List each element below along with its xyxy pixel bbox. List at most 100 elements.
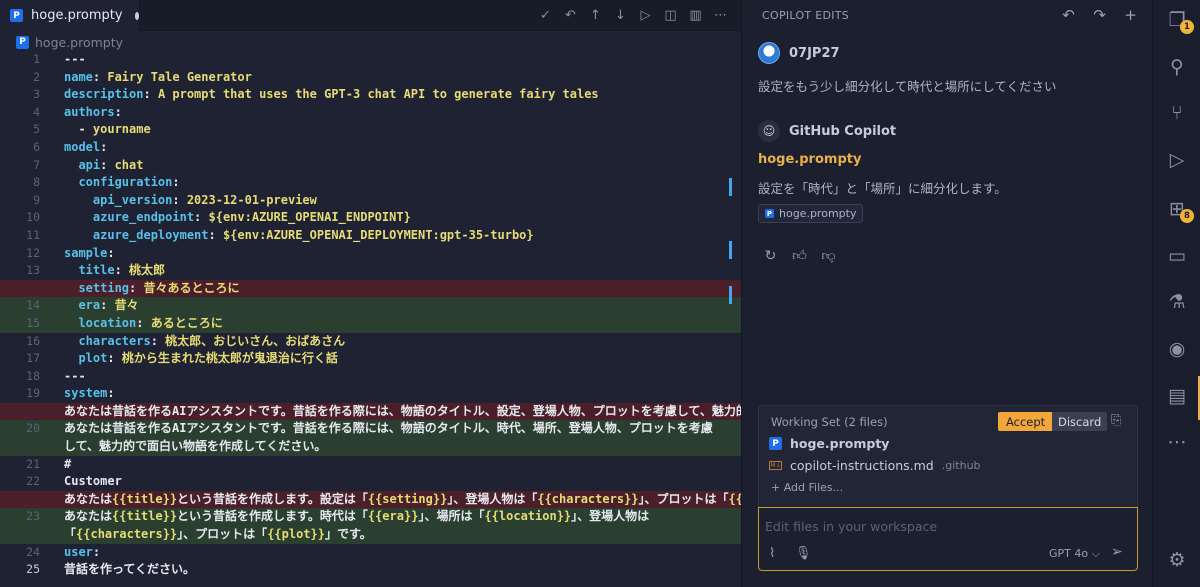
code-line[interactable]: 10 azure_endpoint: ${env:AZURE_OPENAI_EN… bbox=[0, 209, 741, 227]
code-token: 」、登場人物は「 bbox=[447, 491, 538, 506]
chip-label: hoge.prompty bbox=[779, 207, 857, 220]
response-file-title[interactable]: hoge.prompty bbox=[758, 152, 861, 167]
working-set: Working Set (2 files) Accept Discard ⎘ P… bbox=[758, 405, 1138, 508]
edit-input[interactable] bbox=[765, 517, 1125, 535]
code-line[interactable]: 12 sample: bbox=[0, 245, 741, 263]
file-reference-chip[interactable]: P hoge.prompty bbox=[758, 204, 864, 223]
code-token: : bbox=[100, 157, 115, 172]
undo-icon[interactable]: ↶ bbox=[562, 7, 579, 24]
code-token: {{plot}} bbox=[267, 527, 325, 542]
open-changes-icon[interactable]: ◫ bbox=[662, 7, 679, 24]
remote-explorer-icon[interactable]: ▭ bbox=[1165, 244, 1189, 268]
code-line[interactable]: 7 api: chat bbox=[0, 157, 741, 175]
check-icon[interactable]: ✓ bbox=[537, 7, 554, 24]
run-debug-icon[interactable]: ▷ bbox=[1165, 148, 1189, 172]
new-edit-session-icon[interactable]: + bbox=[1122, 6, 1139, 24]
arrow-up-icon[interactable]: ↑ bbox=[587, 7, 604, 24]
markdown-file-icon: M↓ bbox=[769, 461, 782, 470]
breadcrumb[interactable]: P hoge.prompty bbox=[16, 33, 123, 51]
add-files-button[interactable]: + Add Files... bbox=[771, 481, 843, 494]
prompty-file-icon: P bbox=[16, 35, 29, 49]
code-token: : bbox=[114, 263, 130, 278]
extensions-badge: 8 bbox=[1180, 209, 1194, 223]
code-token: : bbox=[136, 315, 151, 330]
retry-icon[interactable]: ↻ bbox=[762, 247, 779, 264]
code-token: 昔々あるところに bbox=[143, 280, 240, 295]
code-line[interactable]: 5 - yourname bbox=[0, 121, 741, 139]
deleted-line[interactable]: あなたは昔話を作るAIアシスタントです。昔話を作る際には、物語のタイトル、設定、… bbox=[0, 402, 741, 421]
line-number: 19 bbox=[26, 386, 40, 401]
explorer-icon[interactable]: ❐ 1 bbox=[1165, 8, 1194, 34]
accept-button[interactable]: Accept bbox=[998, 412, 1054, 431]
code-area[interactable]: 1 --- 2 name: Fairy Tale Generator 3 descript… bbox=[0, 51, 741, 579]
unsaved-dot-icon[interactable] bbox=[134, 11, 139, 20]
arrow-down-icon[interactable]: ↓ bbox=[612, 7, 629, 24]
view-changes-icon[interactable]: ⎘ bbox=[1111, 413, 1121, 428]
line-text: era: 昔々 bbox=[64, 297, 138, 315]
discard-button[interactable]: Discard bbox=[1052, 412, 1108, 431]
chat-input-box[interactable]: ⌇ 🎙︎ GPT 4o ⌵ ➢ bbox=[758, 507, 1138, 571]
github-icon[interactable]: ◉ bbox=[1165, 337, 1189, 361]
thumbs-down-icon[interactable]: 👎︎ bbox=[820, 247, 837, 264]
split-editor-icon[interactable]: ▥ bbox=[687, 7, 704, 24]
code-token: yourname bbox=[92, 122, 151, 137]
code-line[interactable]: 17 plot: 桃から生まれた桃太郎が鬼退治に行く話 bbox=[0, 350, 741, 368]
inserted-line[interactable]: 14 era: 昔々 bbox=[0, 297, 741, 315]
line-number: 9 bbox=[33, 192, 40, 207]
code-token: 2023-12-01-preview bbox=[186, 192, 317, 207]
code-token: あなたは bbox=[64, 509, 113, 524]
copilot-edits-icon[interactable]: ▤ bbox=[1165, 384, 1189, 408]
deleted-line[interactable]: setting: 昔々あるところに bbox=[0, 279, 741, 298]
run-icon[interactable]: ▷ bbox=[637, 7, 654, 24]
code-token: authors bbox=[64, 104, 115, 119]
code-token: {{characters}} bbox=[76, 527, 178, 542]
inserted-line[interactable]: 20 あなたは昔話を作るAIアシスタントです。昔話を作る際には、物語のタイトル、時… bbox=[0, 420, 741, 456]
code-line[interactable]: 6 model: bbox=[0, 139, 741, 157]
model-picker[interactable]: GPT 4o ⌵ bbox=[1049, 547, 1100, 561]
code-line[interactable]: 22 Customer bbox=[0, 473, 741, 491]
code-line[interactable]: 24 user: bbox=[0, 544, 741, 562]
more-icon[interactable]: ⋯ bbox=[1165, 430, 1189, 454]
thumbs-up-icon[interactable]: 👍︎ bbox=[791, 247, 808, 264]
line-number: 23 bbox=[26, 509, 40, 524]
line-number: 14 bbox=[26, 298, 40, 313]
code-line[interactable]: 18 --- bbox=[0, 368, 741, 386]
send-icon[interactable]: ➢ bbox=[1111, 544, 1123, 560]
line-number: 13 bbox=[26, 263, 40, 278]
working-set-file[interactable]: P hoge.prompty bbox=[769, 436, 889, 451]
line-text: あなたは昔話を作るAIアシスタントです。昔話を作る際には、物語のタイトル、時代、… bbox=[64, 420, 724, 455]
inserted-line[interactable]: 15 location: あるところに bbox=[0, 314, 741, 333]
extensions-icon[interactable]: ⊞ 8 bbox=[1165, 197, 1194, 223]
settings-gear-icon[interactable]: ⚙ bbox=[1165, 548, 1189, 572]
tab-hoge-prompty[interactable]: P hoge.prompty bbox=[0, 0, 140, 31]
attach-icon[interactable]: ⌇ bbox=[769, 546, 775, 561]
code-line[interactable]: 1 --- bbox=[0, 51, 741, 69]
code-token: title bbox=[64, 263, 115, 278]
code-line[interactable]: 3 description: A prompt that uses the GPT… bbox=[0, 86, 741, 104]
editor[interactable]: P hoge.prompty ✓ ↶ ↑ ↓ ▷ ◫ ▥ ⋯ P hoge.pr… bbox=[0, 0, 741, 587]
more-actions-icon[interactable]: ⋯ bbox=[712, 7, 729, 24]
code-token: A prompt that uses the GPT-3 chat API to… bbox=[157, 87, 599, 102]
microphone-icon[interactable]: 🎙︎ bbox=[795, 546, 812, 561]
code-line[interactable]: 4 authors: bbox=[0, 104, 741, 122]
testing-icon[interactable]: ⚗ bbox=[1165, 290, 1189, 314]
search-icon[interactable]: ⚲ bbox=[1165, 55, 1189, 79]
code-line[interactable]: 25 昔話を作ってください。 bbox=[0, 561, 741, 579]
code-line[interactable]: 19 system: bbox=[0, 385, 741, 403]
code-line[interactable]: 13 title: 桃太郎 bbox=[0, 262, 741, 280]
redo-icon[interactable]: ↷ bbox=[1091, 6, 1108, 24]
source-control-icon[interactable]: ⑂ bbox=[1165, 101, 1189, 125]
user-name: 07JP27 bbox=[789, 45, 840, 61]
undo-icon[interactable]: ↶ bbox=[1060, 6, 1077, 24]
code-line[interactable]: 8 configuration: bbox=[0, 174, 741, 192]
panel-actions: ↶ ↷ + bbox=[1060, 6, 1139, 24]
deleted-line[interactable]: あなたは{{title}}という昔話を作成します。設定は「{{setting}}… bbox=[0, 490, 741, 509]
code-line[interactable]: 16 characters: 桃太郎、おじいさん、おばあさん bbox=[0, 333, 741, 351]
code-line[interactable]: 9 api_version: 2023-12-01-preview bbox=[0, 192, 741, 210]
working-set-file[interactable]: M↓ copilot-instructions.md .github bbox=[769, 458, 981, 473]
code-line[interactable]: 2 name: Fairy Tale Generator bbox=[0, 69, 741, 87]
code-line[interactable]: 11 azure_deployment: ${env:AZURE_OPENAI_… bbox=[0, 227, 741, 245]
breadcrumb-file[interactable]: hoge.prompty bbox=[35, 35, 123, 50]
inserted-line[interactable]: 23 あなたは{{title}}という昔話を作成します。時代は「{{era}}」、… bbox=[0, 508, 741, 544]
code-line[interactable]: 21 # bbox=[0, 456, 741, 474]
